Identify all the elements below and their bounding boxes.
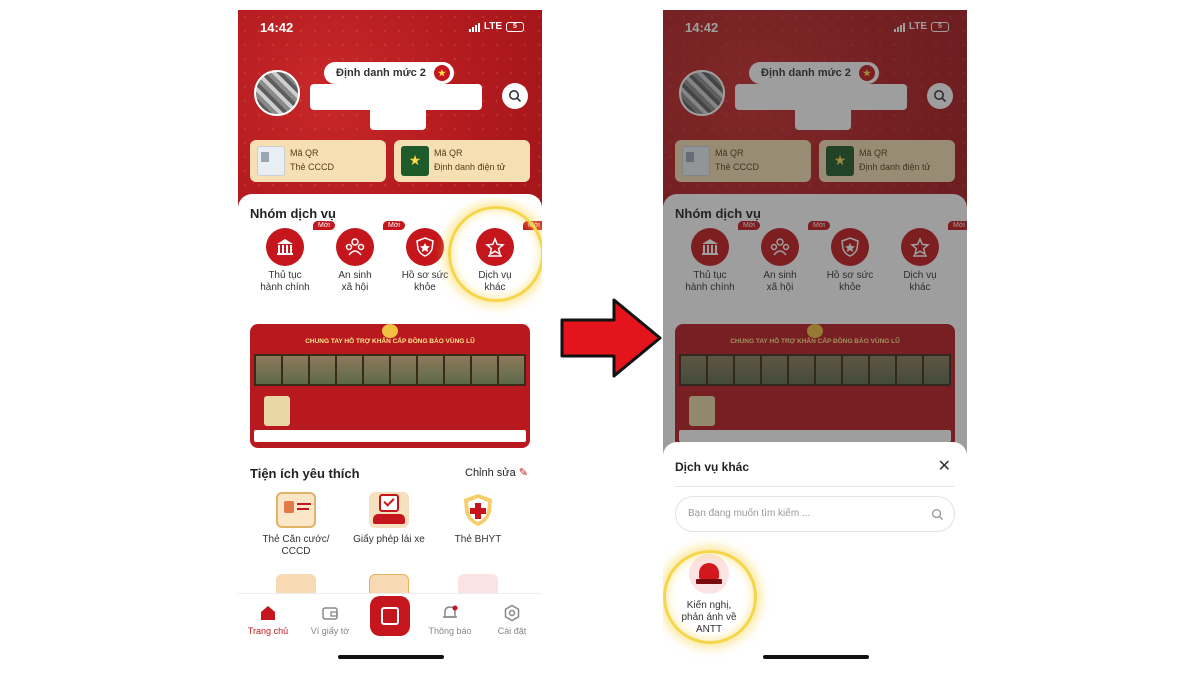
favorite-health-insurance[interactable]: Thẻ BHYT <box>438 492 518 546</box>
qr-card-line2: Thẻ CCCD <box>290 162 335 172</box>
phone-other-services-sheet: 14:42 LTE 5 Định danh mức 2 ★ Mã QR Thẻ … <box>663 10 967 665</box>
home-indicator <box>338 655 444 659</box>
banner-statue-image <box>264 396 290 426</box>
emblem-thumb-icon <box>401 146 429 176</box>
status-time: 14:42 <box>260 20 294 35</box>
identity-level-label: Định danh mức 2 <box>336 67 426 79</box>
id-card-icon <box>276 492 316 528</box>
service-label: An sinh xã hội <box>338 270 372 293</box>
network-label: LTE <box>483 21 502 32</box>
favorite-label: Thẻ BHYT <box>454 534 502 545</box>
bell-icon <box>443 605 458 618</box>
qr-card-cccd[interactable]: Mã QR Thẻ CCCD <box>250 140 386 182</box>
service-group-title: Nhóm dịch vụ <box>250 206 336 221</box>
name-redaction-2 <box>370 106 426 130</box>
health-shield-icon <box>406 228 444 266</box>
avatar[interactable] <box>254 70 300 116</box>
battery-icon: 5 <box>506 21 524 32</box>
service-social-security[interactable]: Mới An sinh xã hội <box>320 220 406 294</box>
pencil-icon: ✎ <box>518 467 528 479</box>
qr-card-digital-id[interactable]: Mã QR Định danh điện tử <box>394 140 530 182</box>
scan-button[interactable] <box>370 596 410 636</box>
search-placeholder: Bạn đang muốn tìm kiếm ... <box>688 508 811 519</box>
identity-level-badge[interactable]: Định danh mức 2 ★ <box>324 62 454 84</box>
favorite-label: Thẻ Căn cước/CCCD <box>262 534 330 557</box>
settings-icon <box>504 604 520 622</box>
tab-settings[interactable]: Cài đặt <box>482 604 542 636</box>
close-icon[interactable]: ✕ <box>938 456 951 476</box>
building-icon: Mới <box>266 220 336 266</box>
tab-home[interactable]: Trang chủ <box>238 604 298 636</box>
status-bar: 14:42 LTE 5 <box>260 20 524 38</box>
favorite-label: Giấy phép lái xe <box>353 534 425 545</box>
sheet-divider <box>675 486 955 487</box>
favorites-title: Tiện ích yêu thích <box>250 466 360 481</box>
favorite-driver-license[interactable]: Giấy phép lái xe <box>349 492 429 546</box>
qr-card-line2: Định danh điện tử <box>434 162 506 172</box>
police-emblem-icon <box>382 324 398 338</box>
qr-card-line1: Mã QR <box>434 148 463 158</box>
search-icon <box>931 508 944 521</box>
profile-header: 14:42 LTE 5 Định danh mức 2 ★ Mã QR Thẻ … <box>238 10 542 215</box>
highlight-circle-other-services <box>448 206 542 302</box>
banner-photo-strip <box>254 354 526 386</box>
flood-relief-banner[interactable]: CHUNG TAY HỖ TRỢ KHẨN CẤP ĐỒNG BÀO VÙNG … <box>250 324 530 448</box>
police-emblem-icon: ★ <box>433 65 450 81</box>
health-insurance-icon <box>458 492 498 528</box>
bottom-tab-bar: Trang chủ Ví giấy tờ Thông báo Cài đặt <box>238 593 542 665</box>
service-label: Thủ tục hành chính <box>260 270 310 293</box>
favorites-edit-button[interactable]: Chỉnh sửa ✎ <box>465 466 528 479</box>
banner-title: CHUNG TAY HỖ TRỢ KHẨN CẤP ĐỒNG BÀO VÙNG … <box>305 338 475 345</box>
family-icon: Mới <box>336 220 406 266</box>
service-search-input[interactable]: Bạn đang muốn tìm kiếm ... <box>675 496 955 532</box>
phone-home-screen: 14:42 LTE 5 Định danh mức 2 ★ Mã QR Thẻ … <box>238 10 542 665</box>
tab-notifications[interactable]: Thông báo <box>420 604 480 636</box>
search-icon <box>509 90 522 103</box>
signal-icon <box>468 22 480 32</box>
qr-card-line1: Mã QR <box>290 148 319 158</box>
tutorial-stage: 14:42 LTE 5 Định danh mức 2 ★ Mã QR Thẻ … <box>0 0 1200 675</box>
search-button[interactable] <box>502 83 528 109</box>
highlight-circle-petition <box>663 550 757 644</box>
id-card-thumb-icon <box>257 146 285 176</box>
arrow-right-icon <box>560 298 662 378</box>
favorite-id-card[interactable]: Thẻ Căn cước/CCCD <box>256 492 336 558</box>
tab-wallet[interactable]: Ví giấy tờ <box>300 604 360 636</box>
service-label: Hồ sơ sức khỏe <box>401 270 449 293</box>
driver-license-icon <box>369 492 409 528</box>
wallet-icon <box>322 607 338 620</box>
home-indicator <box>763 655 869 659</box>
status-right: LTE 5 <box>468 21 524 32</box>
sponsor-logos <box>254 430 526 442</box>
service-admin-procedures[interactable]: Mới Thủ tục hành chính <box>250 220 336 294</box>
sheet-title: Dịch vụ khác <box>675 460 750 474</box>
home-icon <box>261 606 275 620</box>
